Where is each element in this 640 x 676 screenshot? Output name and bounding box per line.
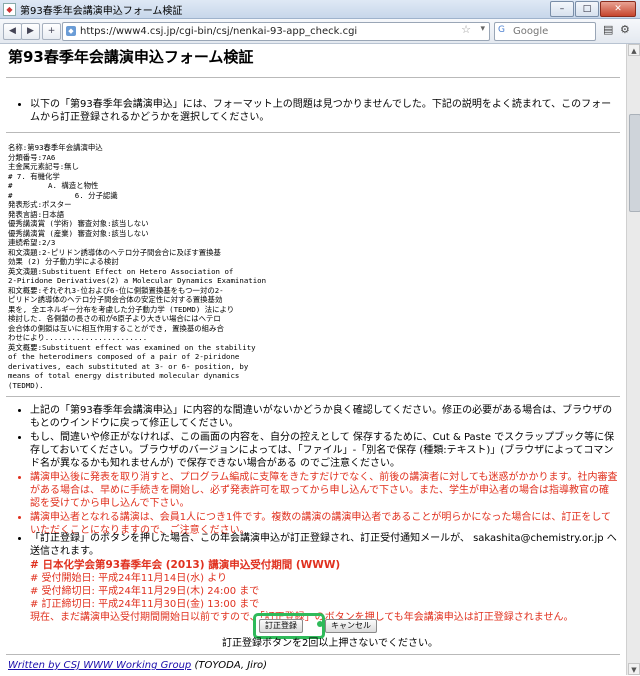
summary-line: 英文概要:Substituent effect was examined on … (8, 342, 256, 352)
summary-line: 和文演題:2-ピリドン誘導体のヘテロ分子間会合に及ぼす置換基 (8, 247, 221, 257)
page-menu-icon[interactable]: ▤ (603, 23, 613, 36)
footer-link[interactable]: Written by CSJ WWW Working Group (8, 660, 191, 671)
summary-line: 効果 (2) 分子動力学による検討 (8, 257, 119, 266)
forward-button[interactable]: ▶ (21, 23, 40, 40)
submission-notice: 「訂正登録」のボタンを押した場合、この年会講演申込が訂正登録され、訂正受付通知メ… (8, 532, 620, 624)
window-title: 第93春季年会講演申込フォーム検証 (20, 6, 183, 17)
registration-summary: 名称:第93春季年会講演申込 分類番号:7A6 主金属元素記号:無し # 7. … (8, 143, 266, 390)
instruction-item: もし、間違いや修正がなければ、この画面の内容を、自分の控えとして 保存するために… (30, 431, 618, 470)
summary-line: 分類番号:7A6 (8, 152, 56, 162)
minimize-button[interactable]: – (550, 1, 574, 17)
summary-line: 和文概要:それぞれ3-位および6-位に側鎖置換基をもつ一対の2- (8, 285, 224, 295)
summary-line: 発表言語:日本語 (8, 209, 65, 219)
notice-heading: # 日本化学会第93春季年会 (2013) 講演申込受付期間 (WWW) (30, 559, 341, 571)
secure-site-icon: ◆ (66, 26, 76, 36)
summary-line: わせにより....................... (8, 333, 148, 342)
summary-line: means of total energy distributed molecu… (8, 371, 240, 380)
scroll-up-icon[interactable]: ▲ (628, 44, 640, 56)
maximize-button[interactable]: □ (575, 1, 599, 17)
intro-list: 以下の「第93春季年会講演申込」には、フォーマット上の問題は見つかりませんでした… (8, 98, 618, 125)
notice-line: # 受付締切日: 平成24年11月29日(木) 24:00 まで (30, 586, 260, 597)
divider (6, 132, 620, 133)
summary-line: # 7. 有機化学 (8, 171, 60, 181)
instructions-list: 上記の「第93春季年会講演申込」に内容的な間違いがないかどうか良く確認してくださ… (8, 404, 618, 538)
summary-line: 優秀講演賞 (学術) 審査対象:該当しない (8, 219, 149, 228)
summary-line: 果を, 全エネルギー分布を考慮した分子動力学 (TEDMD) 法により (8, 304, 235, 314)
summary-line: 英文演題:Substituent Effect on Hetero Associ… (8, 266, 234, 276)
summary-line: 連続希望:2/3 (8, 238, 56, 247)
summary-line: 主金属元素記号:無し (8, 162, 79, 171)
page-content: 第93春季年会講演申込フォーム検証 以下の「第93春季年会講演申込」には、フォー… (0, 44, 626, 675)
summary-line: (TEDMD). (8, 380, 44, 390)
summary-line: 検討した. 各側鎖の長さの和が6原子より大きい場合にはヘテロ (8, 314, 221, 323)
notice-line: # 受付開始日: 平成24年11月14日(水) より (30, 573, 228, 584)
new-tab-button[interactable]: + (42, 23, 61, 40)
address-bar[interactable]: ◆ https://www4.csj.jp/cgi-bin/csj/nenkai… (62, 22, 490, 41)
button-note: 訂正登録ボタンを2回以上押さないでください。 (222, 638, 439, 649)
bookmark-star-icon[interactable]: ☆ (461, 23, 471, 36)
summary-line: of the heterodimers composed of a pair o… (8, 352, 240, 361)
submit-correction-button[interactable]: 訂正登録 (259, 619, 303, 633)
scroll-down-icon[interactable]: ▼ (628, 663, 640, 675)
window-controls: – □ ✕ (550, 1, 636, 17)
search-engine-icon: G (498, 25, 505, 35)
notice-lead: 「訂正登録」のボタンを押した場合、この年会講演申込が訂正登録され、訂正受付通知メ… (30, 532, 620, 558)
cursor-indicator-icon (317, 621, 323, 627)
back-button[interactable]: ◀ (3, 23, 22, 40)
summary-line: 名称:第93春季年会講演申込 (8, 143, 103, 152)
divider (6, 654, 620, 655)
page-favicon-icon: ◆ (3, 3, 16, 16)
settings-gear-icon[interactable]: ⚙ (620, 23, 630, 36)
cancel-button[interactable]: キャンセル (325, 619, 377, 633)
summary-line: 会合体の側鎖は互いに相互作用することができ, 置換基の組み合 (8, 323, 224, 333)
url-dropdown-icon[interactable]: ▾ (480, 24, 485, 34)
url-text[interactable]: https://www4.csj.jp/cgi-bin/csj/nenkai-9… (80, 24, 357, 39)
summary-line: # A. 構造と物性 (8, 181, 99, 190)
instruction-item: 講演申込後に発表を取り消すと、プログラム編成に支障をきたすだけでなく、前後の講演… (30, 471, 618, 510)
search-input[interactable] (511, 24, 595, 39)
summary-line: 優秀講演賞 (産業) 審査対象:該当しない (8, 228, 149, 238)
page-title: 第93春季年会講演申込フォーム検証 (8, 48, 254, 66)
divider (6, 77, 620, 78)
instruction-item: 上記の「第93春季年会講演申込」に内容的な間違いがないかどうか良く確認してくださ… (30, 404, 618, 430)
footer-author: (TOYODA, Jiro) (191, 660, 268, 671)
search-box[interactable]: G (494, 22, 596, 41)
divider (6, 396, 620, 397)
title-bar: ◆ 第93春季年会講演申込フォーム検証 – □ ✕ (0, 0, 640, 19)
summary-line: ピリドン誘導体のヘテロ分子間会合体の安定性に対する置換基効 (8, 295, 223, 304)
close-window-button[interactable]: ✕ (600, 1, 636, 17)
scrollbar-thumb[interactable] (629, 114, 640, 212)
summary-line: 発表形式:ポスター (8, 200, 72, 209)
footer: Written by CSJ WWW Working Group (TOYODA… (8, 660, 267, 671)
notice-list: 「訂正登録」のボタンを押した場合、この年会講演申込が訂正登録され、訂正受付通知メ… (8, 532, 620, 558)
browser-toolbar: ◀ ▶ + ◆ https://www4.csj.jp/cgi-bin/csj/… (0, 19, 640, 44)
summary-line: derivatives, each substituted at 3- or 6… (8, 361, 249, 371)
summary-line: # 6. 分子認識 (8, 190, 118, 200)
vertical-scrollbar[interactable]: ▲ ▼ (626, 44, 640, 675)
intro-text: 以下の「第93春季年会講演申込」には、フォーマット上の問題は見つかりませんでした… (30, 98, 618, 124)
summary-line: 2-Piridone Derivatives(2) a Molecular Dy… (8, 276, 267, 285)
notice-line: # 訂正締切日: 平成24年11月30日(金) 13:00 まで (30, 599, 260, 610)
